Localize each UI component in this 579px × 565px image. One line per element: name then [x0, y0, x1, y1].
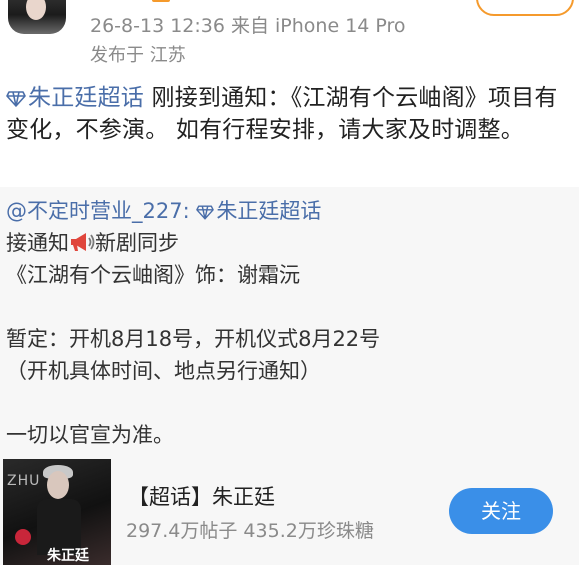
post-location: 发布于 江苏 [90, 45, 186, 66]
supertopic-thumbnail[interactable]: ZHU 朱正廷 [3, 459, 111, 565]
repost-text: @不定时营业_227: 朱正廷超话 接通知 新剧同步 《江湖有个云岫阁》饰：谢霜沅… [6, 195, 572, 451]
repost-line-6: （开机具体时间、地点另行通知） [6, 359, 321, 383]
avatar[interactable] [8, 0, 66, 34]
supertopic-label: 朱正廷超话 [28, 85, 144, 111]
username-underline [152, 0, 170, 2]
repost-line-1: @不定时营业_227: 朱正廷超话 [6, 195, 572, 227]
weibo-post-screen: 26-8-13 12:36 来自 iPhone 14 Pro 发布于 江苏 朱正… [0, 0, 579, 565]
repost-supertopic-label: 朱正廷超话 [216, 199, 322, 223]
post-text: 朱正廷超话 刚接到通知：《江湖有个云岫阁》项目有变化，不参演。 如有行程安排，请… [6, 82, 572, 146]
thumbnail-mark: ZHU [7, 473, 41, 489]
supertopic-diamond-icon [6, 91, 26, 107]
repost-blank-line [6, 387, 572, 419]
supertopic-title[interactable]: 【超话】朱正廷 [128, 481, 275, 511]
repost-line-8: 一切以官宣为准。 [6, 423, 174, 447]
supertopic-diamond-icon [196, 205, 215, 220]
repost-line-2-suffix: 新剧同步 [95, 231, 179, 255]
thumbnail-head [47, 471, 69, 499]
supertopic-stats: 297.4万帖子 435.2万珍珠糖 [126, 520, 374, 542]
follow-button[interactable]: 关注 [449, 488, 553, 534]
follow-button-top[interactable] [476, 0, 574, 16]
repost-line-5: 暂定：开机8月18号，开机仪式8月22号 [6, 327, 381, 351]
post-timestamp: 26-8-13 12:36 来自 iPhone 14 Pro [90, 15, 406, 37]
repost-line-2-prefix: 接通知 [6, 231, 69, 255]
supertopic-link[interactable]: 朱正廷超话 [6, 85, 144, 111]
mention-link[interactable]: @不定时营业_227: [6, 199, 190, 223]
avatar-face [26, 0, 46, 20]
repost-line-2: 接通知 新剧同步 [6, 227, 572, 259]
repost-line-3: 《江湖有个云岫阁》饰：谢霜沅 [6, 263, 300, 287]
repost-supertopic-link[interactable]: 朱正廷超话 [196, 199, 321, 223]
supertopic-card[interactable]: ZHU 朱正廷 【超话】朱正廷 297.4万帖子 435.2万珍珠糖 关注 [0, 457, 579, 565]
repost-blank-line [6, 291, 572, 323]
megaphone-icon [71, 233, 95, 251]
rose-icon [15, 529, 31, 545]
repost-block[interactable]: @不定时营业_227: 朱正廷超话 接通知 新剧同步 《江湖有个云岫阁》饰：谢霜沅… [0, 187, 579, 565]
post-header: 26-8-13 12:36 来自 iPhone 14 Pro 发布于 江苏 [0, 0, 579, 78]
thumbnail-name: 朱正廷 [47, 548, 89, 564]
